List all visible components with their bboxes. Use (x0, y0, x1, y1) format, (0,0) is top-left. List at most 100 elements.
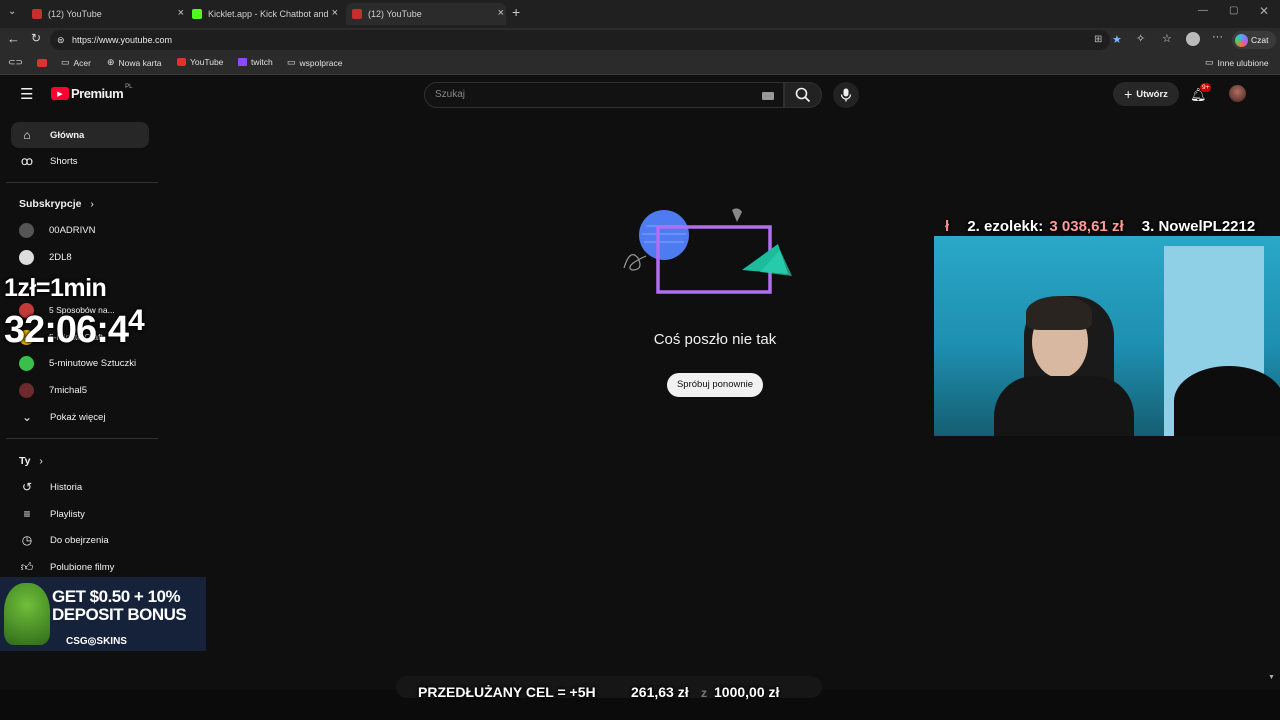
voice-search-button[interactable] (833, 82, 859, 108)
close-window-button[interactable]: ✕ (1259, 4, 1269, 18)
address-bar: ← ↻ ⊜ https://www.youtube.com ⊞ ★ ✧ ☆ ··… (0, 28, 1280, 52)
webcam-dark-shape (1174, 366, 1280, 436)
retry-button[interactable]: Spróbuj ponownie (667, 373, 763, 397)
channel-avatar (19, 222, 34, 238)
webcam-person-hair (1026, 296, 1092, 330)
chevron-down-icon: ⌄ (21, 410, 33, 424)
sidebar-item-watch-later[interactable]: ◷ Do obejrzenia (11, 527, 149, 553)
sidebar-item-label: 00ADRIVN (49, 224, 96, 236)
you-header-label: Ty (19, 455, 31, 467)
search-box[interactable]: Szukaj (424, 82, 784, 108)
youtube-icon (32, 9, 42, 19)
clock-icon: ◷ (21, 533, 33, 547)
copilot-label: Czat (1251, 35, 1269, 45)
goal-target: 1000,00 zł (714, 684, 780, 700)
subscriptions-header-label: Subskrypcje (19, 198, 82, 210)
leaderboard-first-marker: ł (945, 218, 950, 235)
bookmark-acer[interactable]: ▭ Acer (61, 57, 91, 68)
tab-kicklet[interactable]: Kicklet.app - Kick Chatbot and Ov × (188, 3, 340, 25)
sidebar-sub-00adrivn[interactable]: 00ADRIVN (11, 217, 149, 243)
sidebar-item-label: Polubione filmy (50, 561, 115, 573)
kicklet-icon (192, 9, 202, 19)
history-icon: ↺ (21, 480, 33, 494)
sidebar-sub-7michal5[interactable]: 7michal5 (11, 377, 149, 403)
profile-avatar[interactable] (1186, 32, 1200, 46)
tab-list-chevron-icon[interactable]: ⌄ (8, 6, 16, 17)
youtube-icon (352, 9, 362, 19)
favorite-star-icon[interactable]: ★ (1112, 30, 1122, 50)
you-header[interactable]: Ty › (19, 455, 43, 467)
bookmark-nowa-karta[interactable]: ⊕ Nowa karta (107, 57, 162, 68)
bookmark-wspolprace[interactable]: ▭ wspolprace (287, 57, 343, 68)
notification-badge: 9+ (1200, 83, 1212, 92)
goal-label: PRZEDŁUŻANY CEL = +5H (418, 684, 596, 700)
goal-separator: z (701, 686, 707, 700)
channel-avatar (19, 382, 34, 398)
youtube-logo[interactable]: ▶ Premium PL (51, 84, 132, 101)
divider (6, 182, 158, 183)
sidebar-item-home[interactable]: ⌂ Główna (11, 122, 149, 148)
ad-character (4, 583, 50, 645)
copilot-button[interactable]: Czat (1232, 31, 1276, 49)
close-tab-icon[interactable]: × (178, 7, 184, 19)
back-arrow-icon[interactable]: ← (7, 31, 20, 46)
sidebar-item-playlists[interactable]: ≡ Playlisty (11, 501, 149, 527)
site-info-icon[interactable]: ⊜ (57, 30, 65, 50)
new-tab-button[interactable]: + (512, 4, 520, 20)
tab-youtube-2[interactable]: (12) YouTube × (346, 3, 506, 25)
search-button[interactable] (784, 82, 822, 108)
tab-title: Kicklet.app - Kick Chatbot and Ov (208, 9, 330, 19)
bookmark-label: Acer (73, 57, 91, 68)
url-field[interactable]: ⊜ https://www.youtube.com ⊞ ★ (50, 30, 1122, 50)
bookmark-twitch[interactable]: twitch (238, 57, 273, 67)
timer-last-digit: 4 (127, 304, 145, 337)
account-avatar[interactable] (1229, 85, 1246, 102)
notifications-button[interactable]: 🔔︎ 9+ (1190, 83, 1212, 106)
shorts-icon: ꚙ (20, 154, 34, 168)
youtube-header: ☰ ▶ Premium PL Szukaj + Utwórz 🔔︎ 9+ (0, 76, 1280, 114)
sidebar-item-shorts[interactable]: ꚙ Shorts (11, 148, 149, 174)
microphone-icon (840, 88, 852, 102)
tab-strip: ⌄ (12) YouTube × Kicklet.app - Kick Chat… (0, 0, 1280, 28)
subscriptions-header[interactable]: Subskrypcje › (19, 198, 94, 210)
url-text: https://www.youtube.com (72, 35, 173, 45)
folder-icon: ▭ (287, 57, 296, 67)
bookmark-label: wspolprace (299, 57, 343, 68)
goal-bar: PRZEDŁUŻANY CEL = +5H 261,63 zł z 1000,0… (0, 676, 1280, 720)
search-icon (795, 87, 811, 103)
webcam-person-body (994, 376, 1134, 436)
sidebar-sub-2dl8[interactable]: 2DL8 (11, 244, 149, 270)
close-tab-icon[interactable]: × (332, 7, 338, 19)
close-tab-icon[interactable]: × (498, 7, 504, 19)
sidebar-item-label: Do obejrzenia (50, 534, 109, 546)
tab-youtube-1[interactable]: (12) YouTube × (26, 3, 186, 25)
create-button[interactable]: + Utwórz (1113, 82, 1179, 106)
create-label: Utwórz (1136, 88, 1168, 100)
bookmark-youtube[interactable]: YouTube (177, 57, 223, 67)
scroll-down-arrow[interactable]: ▼ (1268, 674, 1275, 681)
youtube-bookmark-icon[interactable] (37, 59, 47, 67)
more-menu-icon[interactable]: ··· (1212, 31, 1223, 43)
bookmarks-bar: ⊂⊃ ▭ Acer ⊕ Nowa karta YouTube twitch ▭ … (0, 52, 1280, 75)
minimize-button[interactable]: — (1198, 5, 1208, 16)
bookmark-label: Inne ulubione (1217, 57, 1269, 68)
home-icon: ⌂ (23, 128, 31, 142)
reading-mode-icon[interactable]: ⊂⊃ (8, 57, 23, 68)
youtube-play-icon: ▶ (51, 87, 69, 100)
sidebar-sub-5-minutowe-sztuczki[interactable]: 5-minutowe Sztuczki (11, 350, 149, 376)
show-more-button[interactable]: ⌄ Pokaż więcej (11, 404, 149, 430)
leaderboard-second-name: 2. ezolekk: (967, 218, 1044, 235)
goal-current: 261,63 zł (631, 684, 689, 700)
keyboard-icon[interactable] (762, 92, 774, 100)
favorites-icon[interactable]: ☆ (1162, 32, 1172, 45)
search-input[interactable]: Szukaj (435, 89, 465, 100)
app-available-icon[interactable]: ⊞ (1094, 30, 1102, 50)
chevron-right-icon: › (39, 455, 43, 467)
leaderboard-second-amount: 3 038,61 zł (1049, 218, 1124, 235)
hamburger-menu-icon[interactable]: ☰ (20, 85, 33, 103)
sidebar-item-history[interactable]: ↺ Historia (11, 474, 149, 500)
maximize-button[interactable]: ▢ (1229, 5, 1238, 16)
extensions-icon[interactable]: ✧ (1136, 32, 1145, 45)
reload-icon[interactable]: ↻ (31, 31, 41, 45)
bookmark-other-favorites[interactable]: ▭ Inne ulubione (1205, 57, 1269, 68)
